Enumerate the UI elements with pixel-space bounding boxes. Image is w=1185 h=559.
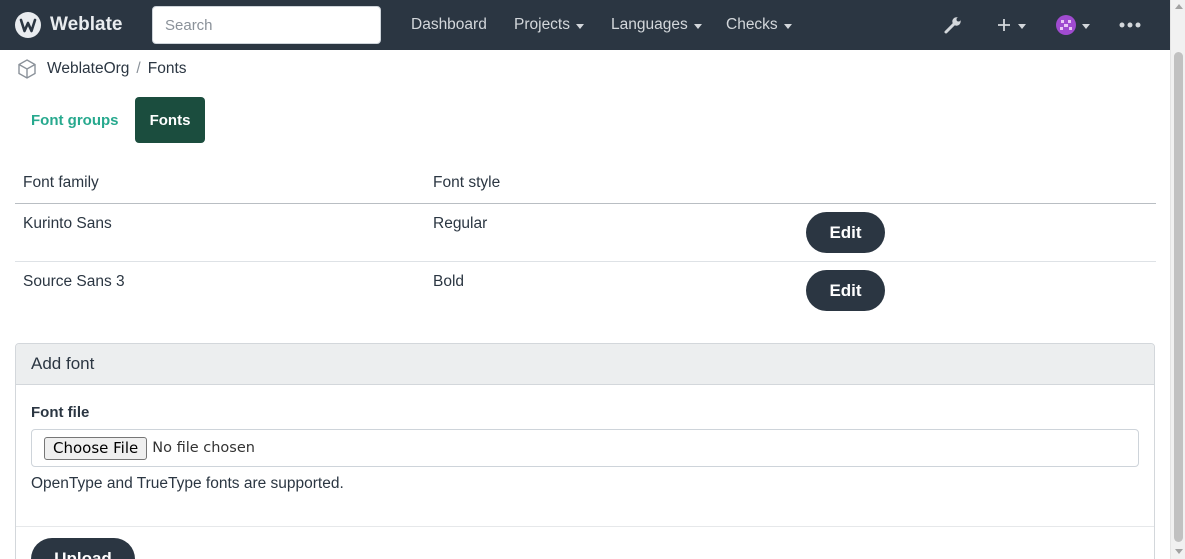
nav-projects[interactable]: Projects — [514, 0, 584, 50]
table-row-divider — [15, 261, 1156, 262]
edit-button[interactable]: Edit — [806, 270, 885, 311]
add-font-title: Add font — [16, 344, 1154, 385]
chevron-down-icon — [1018, 23, 1026, 29]
file-status-text: No file chosen — [152, 440, 255, 456]
breadcrumb-separator: / — [136, 60, 141, 77]
choose-file-button[interactable]: Choose File — [44, 436, 148, 460]
project-cube-icon — [18, 59, 36, 79]
tab-fonts-label: Fonts — [149, 111, 191, 129]
nav-checks[interactable]: Checks — [726, 0, 792, 50]
column-header-font-family: Font family — [23, 173, 99, 191]
font-file-input[interactable]: Choose File No file chosen — [31, 429, 1139, 467]
nav-languages-label: Languages — [611, 16, 688, 33]
tab-fonts[interactable]: Fonts — [135, 97, 205, 143]
table-header-divider — [15, 203, 1156, 204]
upload-button[interactable]: Upload — [31, 538, 135, 559]
chevron-down-icon — [693, 23, 702, 29]
breadcrumb-current[interactable]: Fonts — [148, 60, 187, 78]
scroll-up-arrow-icon[interactable] — [1175, 4, 1183, 9]
tab-font-groups[interactable]: Font groups — [15, 97, 134, 143]
column-header-font-style: Font style — [433, 173, 501, 191]
user-menu-button[interactable] — [1056, 0, 1090, 50]
nav-projects-label: Projects — [514, 16, 570, 33]
font-style-cell: Bold — [433, 273, 465, 290]
more-icon[interactable] — [1119, 0, 1141, 50]
font-style-cell: Regular — [433, 215, 488, 232]
tab-font-groups-label: Font groups — [31, 111, 119, 129]
plus-icon — [998, 19, 1010, 31]
avatar — [1056, 15, 1076, 35]
chevron-down-icon — [783, 23, 792, 29]
wrench-icon[interactable] — [943, 0, 963, 50]
weblate-logo-icon — [15, 12, 41, 38]
breadcrumb: WeblateOrg / Fonts — [16, 58, 187, 80]
search-input[interactable] — [152, 6, 381, 44]
chevron-down-icon — [576, 23, 584, 29]
card-footer — [16, 526, 1154, 559]
page-scrollbar[interactable] — [1170, 0, 1185, 559]
nav-languages[interactable]: Languages — [611, 0, 702, 50]
top-navbar: Weblate Dashboard Projects Languages Che… — [0, 0, 1170, 50]
nav-checks-label: Checks — [726, 16, 778, 33]
font-file-label: Font file — [31, 404, 90, 421]
nav-dashboard[interactable]: Dashboard — [411, 0, 487, 50]
edit-button[interactable]: Edit — [806, 212, 885, 253]
add-font-card: Add font Font file Choose File No file c… — [15, 343, 1155, 559]
brand-name: Weblate — [50, 14, 123, 35]
font-file-help-text: OpenType and TrueType fonts are supporte… — [31, 475, 344, 492]
add-menu-button[interactable] — [996, 0, 1026, 50]
scroll-down-arrow-icon[interactable] — [1175, 549, 1183, 554]
chevron-down-icon — [1082, 23, 1090, 29]
breadcrumb-project[interactable]: WeblateOrg — [47, 60, 129, 78]
font-family-cell: Kurinto Sans — [23, 215, 112, 232]
brand-link[interactable]: Weblate — [14, 11, 123, 39]
font-family-cell: Source Sans 3 — [23, 273, 125, 290]
scroll-thumb[interactable] — [1174, 52, 1183, 542]
nav-dashboard-label: Dashboard — [411, 16, 487, 33]
